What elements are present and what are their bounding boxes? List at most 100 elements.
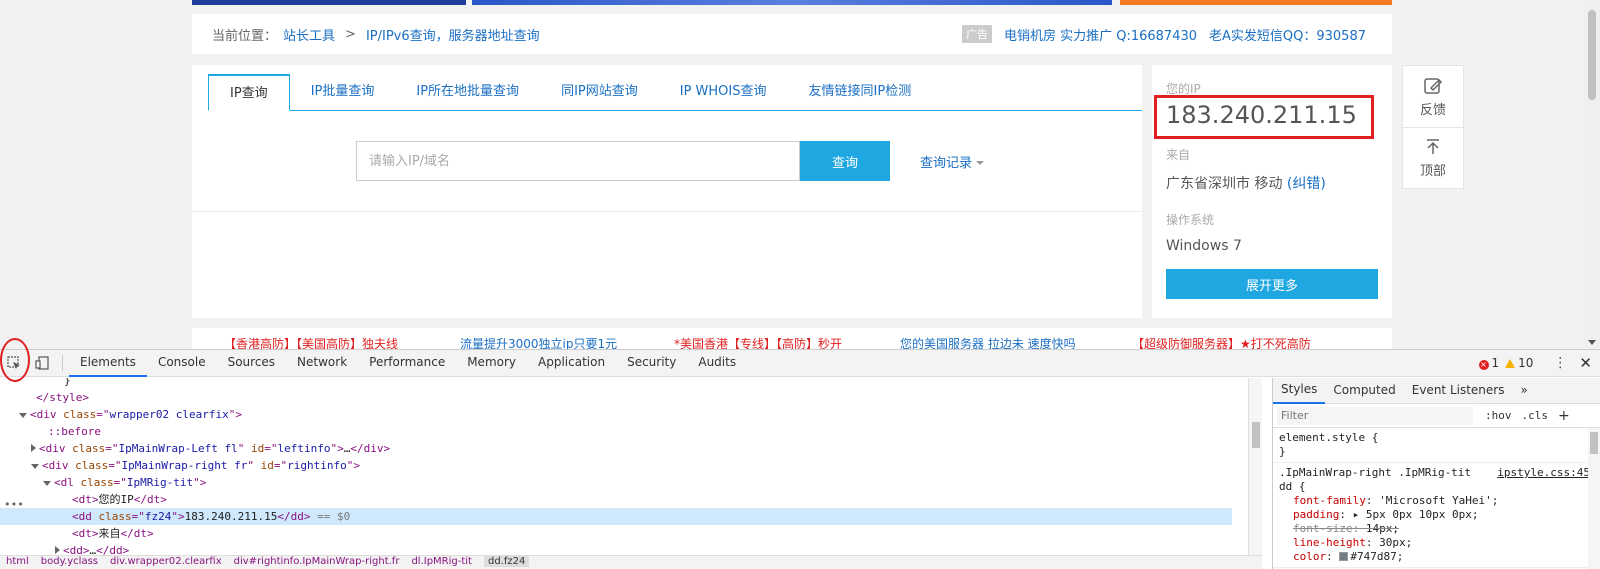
expand-arrow-down-icon[interactable] xyxy=(19,413,27,418)
devtools-tab-security[interactable]: Security xyxy=(616,349,687,377)
query-button[interactable]: 查询 xyxy=(800,141,890,181)
dom-breadcrumb-item[interactable]: div#rightinfo.IpMainWrap-right.fr xyxy=(234,556,400,567)
dom-node[interactable]: <div class="wrapper02 clearfix"> xyxy=(0,406,1232,423)
feedback-button[interactable]: 反馈 xyxy=(1403,66,1463,127)
new-rule-button[interactable]: + xyxy=(1558,408,1570,424)
dom-node[interactable]: <dd>…</dd> xyxy=(0,542,1232,555)
styles-tabs: Styles Computed Event Listeners» xyxy=(1273,378,1600,404)
expand-arrow-down-icon[interactable] xyxy=(31,464,39,469)
styles-scrollbar[interactable] xyxy=(1588,428,1600,569)
query-history-dropdown[interactable]: 查询记录 xyxy=(920,152,985,171)
dom-breadcrumb-item[interactable]: body.yclass xyxy=(41,556,98,567)
more-options-icon[interactable]: ⋮ xyxy=(1553,355,1567,371)
css-declaration[interactable]: line-height: 30px; xyxy=(1279,536,1594,550)
close-icon[interactable]: ✕ xyxy=(1579,354,1592,372)
class-toggle[interactable]: .cls xyxy=(1522,409,1549,422)
devtools-tab-performance[interactable]: Performance xyxy=(358,349,456,377)
css-source-link[interactable]: ipstyle.css:45 xyxy=(1497,466,1590,480)
breadcrumb-link-webmaster-tools[interactable]: 站长工具 xyxy=(283,25,335,44)
dom-node[interactable]: ::before xyxy=(0,423,1232,440)
styles-tab-event-listeners[interactable]: Event Listeners xyxy=(1404,378,1513,403)
ad-strip-link[interactable]: 流量提升3000独立ip只要1元 xyxy=(460,335,617,349)
ad-strip-link[interactable]: 您的美国服务器 拉边未 速度快吗 xyxy=(900,335,1076,349)
dom-node-markup: <div class="wrapper02 clearfix"> xyxy=(30,408,242,421)
tab-1[interactable]: IP批量查询 xyxy=(290,74,396,110)
scroll-down-icon[interactable] xyxy=(1588,340,1596,345)
css-property-name: font-family xyxy=(1293,494,1366,507)
css-declaration[interactable]: font-size: 14px; xyxy=(1279,522,1594,536)
dom-node-selected[interactable]: <dd class="fz24">183.240.211.15</dd> == … xyxy=(0,508,1232,525)
os-value: Windows 7 xyxy=(1166,238,1242,254)
elements-scrollbar[interactable] xyxy=(1248,378,1262,556)
show-more-button[interactable]: 展开更多 xyxy=(1166,269,1378,299)
devtools-tab-network[interactable]: Network xyxy=(286,349,358,377)
dom-breadcrumb-item[interactable]: html xyxy=(6,556,29,567)
elements-scrollbar-thumb[interactable] xyxy=(1252,422,1260,448)
page-scrollbar[interactable] xyxy=(1584,0,1600,349)
ip-search-input[interactable] xyxy=(356,141,800,181)
ad-strip-link[interactable]: 【香港高防】【美国高防】独夫线 xyxy=(224,335,398,349)
expand-arrow-right-icon[interactable] xyxy=(31,444,36,452)
devtools-tab-elements[interactable]: Elements xyxy=(69,349,147,377)
top-banner-ad-3[interactable] xyxy=(1120,0,1392,5)
breadcrumb-link-ip-query[interactable]: IP/IPv6查询，服务器地址查询 xyxy=(366,25,540,44)
color-swatch-icon[interactable] xyxy=(1339,552,1349,561)
page-scrollbar-thumb[interactable] xyxy=(1588,10,1596,100)
hover-state-toggle[interactable]: :hov xyxy=(1485,409,1512,422)
correct-location-link[interactable]: (纠错) xyxy=(1287,176,1326,192)
expand-arrow-down-icon[interactable] xyxy=(43,481,51,486)
device-toolbar-button[interactable] xyxy=(28,350,56,377)
tab-5[interactable]: 友情链接同IP检测 xyxy=(788,74,933,110)
dom-breadcrumb-current[interactable]: dd.fz24 xyxy=(483,556,530,567)
tab-2[interactable]: IP所在地批量查询 xyxy=(395,74,540,110)
inspect-element-button[interactable] xyxy=(0,337,30,382)
location-label: 来自 xyxy=(1166,148,1191,162)
css-colon: : xyxy=(1326,550,1340,563)
element-style-rule[interactable]: element.style { } xyxy=(1273,428,1600,463)
styles-tab-styles[interactable]: Styles xyxy=(1273,377,1326,404)
devtools-tab-application[interactable]: Application xyxy=(527,349,616,377)
devtools-tab-sources[interactable]: Sources xyxy=(217,349,286,377)
css-declaration[interactable]: color: #747d87; xyxy=(1279,550,1594,564)
dom-node[interactable]: <dt>来自</dt> xyxy=(0,525,1232,542)
dom-node[interactable]: <div class="IpMainWrap-right fr" id="rig… xyxy=(0,457,1232,474)
top-banner-ad-2[interactable] xyxy=(472,0,1112,5)
error-counter[interactable]: × 1 xyxy=(1478,356,1499,370)
dom-node[interactable]: } xyxy=(0,378,1232,389)
dom-node[interactable]: <div class="IpMainWrap-Left fl" id="left… xyxy=(0,440,1232,457)
top-banner-ad-1[interactable] xyxy=(192,0,466,5)
styles-tab-computed[interactable]: Computed xyxy=(1325,378,1403,403)
dom-node[interactable]: <dt>您的IP</dt> xyxy=(0,491,1232,508)
dom-breadcrumb-item[interactable]: div.wrapper02.clearfix xyxy=(110,556,222,567)
edit-icon xyxy=(1424,77,1443,94)
devtools-tab-console[interactable]: Console xyxy=(147,349,217,377)
dom-node-markup: ::before xyxy=(48,425,101,438)
dom-breadcrumb-item[interactable]: dl.IpMRig-tit xyxy=(411,556,472,567)
css-rule[interactable]: ipstyle.css:45 .IpMainWrap-right .IpMRig… xyxy=(1273,463,1600,568)
tab-0[interactable]: IP查询 xyxy=(208,74,290,111)
query-history-label: 查询记录 xyxy=(920,155,973,171)
ad-strip-link[interactable]: *美国香港【专线】【高防】秒开 xyxy=(674,335,842,349)
css-declaration[interactable]: font-family: 'Microsoft YaHei'; xyxy=(1279,494,1594,508)
styles-filter-input[interactable] xyxy=(1277,406,1473,425)
dom-node[interactable]: </style> xyxy=(0,389,1232,406)
devtools-tabs: Elements Console Sources Network Performance… xyxy=(69,349,747,377)
expand-arrow-right-icon[interactable] xyxy=(55,546,60,554)
more-tabs-icon[interactable]: » xyxy=(1512,378,1535,403)
back-to-top-button[interactable]: 顶部 xyxy=(1403,127,1463,188)
dom-node[interactable]: <dl class="IpMRig-tit"> xyxy=(0,474,1232,491)
ad-link-server-room[interactable]: 电销机房 实力推广 Q:16687430 xyxy=(1004,25,1197,44)
styles-pane: StylesComputedEvent Listeners» :hov .cls… xyxy=(1272,378,1600,569)
css-declaration[interactable]: padding: ▸ 5px 0px 10px 0px; xyxy=(1279,508,1594,522)
tab-4[interactable]: IP WHOIS查询 xyxy=(659,74,788,110)
devtools-tab-audits[interactable]: Audits xyxy=(687,349,747,377)
ad-strip-link[interactable]: 【超级防御服务器】★打不死高防 xyxy=(1132,335,1311,349)
devtools-panel: Elements Console Sources Network Performance… xyxy=(0,337,1600,569)
breadcrumb-current-label: 当前位置： xyxy=(212,28,278,44)
tab-3[interactable]: 同IP网站查询 xyxy=(540,74,659,110)
query-panel: IP查询 IP批量查询 IP所在地批量查询 同IP网站查询 IP WHOIS查询 友情链接… xyxy=(192,65,1142,318)
devtools-tab-memory[interactable]: Memory xyxy=(456,349,527,377)
styles-scrollbar-thumb[interactable] xyxy=(1590,432,1598,454)
warning-counter[interactable]: 10 xyxy=(1505,356,1533,370)
ad-link-sms[interactable]: 老A实发短信QQ：930587 xyxy=(1209,25,1366,44)
